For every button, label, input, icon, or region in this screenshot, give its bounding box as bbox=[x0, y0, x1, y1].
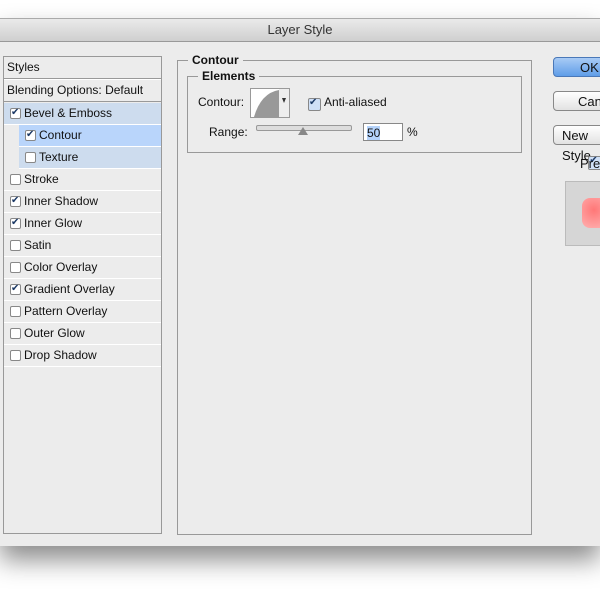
style-item-label: Contour bbox=[39, 128, 82, 142]
contour-label: Contour: bbox=[198, 95, 245, 109]
style-item-label: Drop Shadow bbox=[24, 348, 97, 362]
style-checkbox[interactable] bbox=[25, 130, 36, 141]
ok-button[interactable]: OK bbox=[553, 57, 600, 77]
new-style-button[interactable]: New Style... bbox=[553, 125, 600, 163]
blending-options[interactable]: Blending Options: Default bbox=[4, 79, 161, 102]
style-item-satin[interactable]: Satin bbox=[4, 235, 161, 257]
style-checkbox[interactable] bbox=[10, 196, 21, 207]
range-slider-thumb[interactable] bbox=[298, 127, 308, 135]
style-item-label: Stroke bbox=[24, 172, 59, 186]
styles-list: Styles Blending Options: Default Bevel &… bbox=[3, 56, 162, 534]
style-item-outer-glow[interactable]: Outer Glow bbox=[4, 323, 161, 345]
style-item-contour[interactable]: Contour bbox=[19, 125, 161, 147]
style-item-drop-shadow[interactable]: Drop Shadow bbox=[4, 345, 161, 367]
panel-title: Contour bbox=[192, 53, 239, 67]
style-preview-swatch bbox=[565, 181, 600, 246]
anti-aliased-label: Anti-aliased bbox=[324, 95, 387, 109]
style-item-label: Color Overlay bbox=[24, 260, 98, 274]
style-checkbox[interactable] bbox=[10, 262, 21, 273]
contour-curve-icon bbox=[254, 89, 289, 117]
group-title: Elements bbox=[202, 69, 256, 83]
style-item-inner-glow[interactable]: Inner Glow bbox=[4, 213, 161, 235]
style-checkbox[interactable] bbox=[10, 284, 21, 295]
style-item-label: Satin bbox=[24, 238, 52, 252]
style-checkbox[interactable] bbox=[10, 240, 21, 251]
preview-label: Preview bbox=[580, 156, 600, 171]
style-item-label: Gradient Overlay bbox=[24, 282, 115, 296]
style-item-texture[interactable]: Texture bbox=[19, 147, 161, 169]
style-checkbox[interactable] bbox=[10, 350, 21, 361]
style-item-label: Pattern Overlay bbox=[24, 304, 108, 318]
layer-style-dialog: Layer Style Styles Blending Options: Def… bbox=[0, 18, 600, 546]
anti-aliased-checkbox[interactable] bbox=[308, 98, 321, 111]
style-item-label: Bevel & Emboss bbox=[24, 106, 113, 120]
style-item-label: Outer Glow bbox=[24, 326, 85, 340]
style-item-gradient-overlay[interactable]: Gradient Overlay bbox=[4, 279, 161, 301]
cancel-button[interactable]: Cancel bbox=[553, 91, 600, 111]
style-item-label: Texture bbox=[39, 150, 79, 164]
style-item-label: Inner Glow bbox=[24, 216, 83, 230]
range-value: 50 bbox=[367, 126, 381, 140]
range-unit: % bbox=[407, 125, 418, 139]
style-checkbox[interactable] bbox=[10, 218, 21, 229]
style-item-stroke[interactable]: Stroke bbox=[4, 169, 161, 191]
contour-picker[interactable] bbox=[250, 88, 290, 118]
elements-group: Elements bbox=[187, 69, 522, 153]
style-checkbox[interactable] bbox=[10, 174, 21, 185]
window-title: Layer Style bbox=[0, 19, 600, 42]
style-checkbox[interactable] bbox=[10, 306, 21, 317]
style-checkbox[interactable] bbox=[25, 152, 36, 163]
style-item-bevel-emboss[interactable]: Bevel & Emboss bbox=[4, 103, 161, 125]
style-checkbox[interactable] bbox=[10, 328, 21, 339]
style-item-color-overlay[interactable]: Color Overlay bbox=[4, 257, 161, 279]
range-input[interactable]: 50 bbox=[363, 123, 403, 141]
styles-header[interactable]: Styles bbox=[4, 57, 161, 79]
preview-shape bbox=[582, 198, 600, 228]
range-label: Range: bbox=[209, 125, 248, 139]
style-checkbox[interactable] bbox=[10, 108, 21, 119]
style-item-label: Inner Shadow bbox=[24, 194, 99, 208]
style-item-inner-shadow[interactable]: Inner Shadow bbox=[4, 191, 161, 213]
style-item-pattern-overlay[interactable]: Pattern Overlay bbox=[4, 301, 161, 323]
